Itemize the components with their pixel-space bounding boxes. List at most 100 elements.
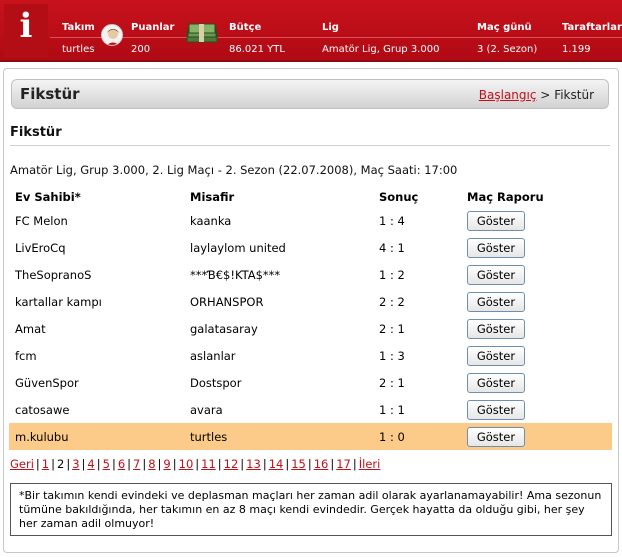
home-team: Amat <box>15 321 46 336</box>
away-team: ORHANSPOR <box>190 294 264 309</box>
section-divider <box>10 145 610 146</box>
pager-page-link[interactable]: 8 <box>148 457 155 471</box>
league-value: Amatör Lig, Grup 3.000 <box>322 44 440 55</box>
away-team: laylaylom united <box>190 240 286 255</box>
table-row: m.kulubu turtles 1 : 0 Göster <box>9 423 612 450</box>
report-cell: Göster <box>461 315 612 342</box>
show-report-button[interactable]: Göster <box>467 264 525 285</box>
pager-separator: | <box>262 457 267 471</box>
breadcrumb-separator: > <box>540 88 551 102</box>
show-report-button[interactable]: Göster <box>467 210 525 231</box>
show-report-button[interactable]: Göster <box>467 372 525 393</box>
fans-label: Taraftarlar <box>562 22 622 33</box>
pagination: Geri | 1 | 2 | 3 | 4 | 5 | 6 | 7 | 8 | 9 | 10 | 11 | 12 | 13 | 14 | 15… <box>10 457 380 471</box>
budget-value: 86.021 YTL <box>229 44 285 55</box>
away-team: Dostspor <box>190 375 242 390</box>
table-row: fcm aslanlar 1 : 3 Göster <box>9 342 612 369</box>
home-team: catosawe <box>15 402 70 417</box>
show-report-button[interactable]: Göster <box>467 291 525 312</box>
pager-page-link[interactable]: 4 <box>87 457 94 471</box>
table-row: kartallar kampı ORHANSPOR 2 : 2 Göster <box>9 288 612 315</box>
pager-separator: | <box>96 457 101 471</box>
report-cell: Göster <box>461 288 612 315</box>
pager-page-link[interactable]: 5 <box>103 457 110 471</box>
home-team: FC Melon <box>15 213 68 228</box>
home-team: TheSopranoS <box>15 267 92 282</box>
match-result: 1 : 2 <box>379 267 405 282</box>
col-home: Ev Sahibi* <box>15 190 81 204</box>
away-team: aslanlar <box>190 348 236 363</box>
table-row: FC Melon kaanka 1 : 4 Göster <box>9 207 612 234</box>
pager-page-link[interactable]: 16 <box>314 457 329 471</box>
table-header-row: Ev Sahibi* Misafir Sonuç Maç Raporu <box>9 187 612 207</box>
table-row: LivEroCq laylaylom united 4 : 1 Göster <box>9 234 612 261</box>
pager-separator: | <box>195 457 200 471</box>
match-result: 1 : 4 <box>379 213 405 228</box>
pager-separator: | <box>217 457 222 471</box>
home-team: fcm <box>15 348 37 363</box>
breadcrumb-current: Fikstür <box>554 88 594 102</box>
match-result: 1 : 1 <box>379 402 405 417</box>
table-row: catosawe avara 1 : 1 Göster <box>9 396 612 423</box>
pager-page-link[interactable]: 11 <box>201 457 216 471</box>
pager-separator: | <box>127 457 132 471</box>
col-report: Maç Raporu <box>467 190 544 204</box>
pager-prev-link[interactable]: Geri <box>10 457 34 471</box>
pager-page-link[interactable]: 13 <box>246 457 261 471</box>
report-cell: Göster <box>461 369 612 396</box>
home-team: GüvenSpor <box>15 375 79 390</box>
col-result: Sonuç <box>379 190 419 204</box>
fans-value: 1.199 <box>562 44 591 55</box>
pager-separator: | <box>111 457 116 471</box>
content-panel: Fikstür Başlangıç > Fikstür Fikstür Amat… <box>3 68 619 553</box>
match-info: Amatör Lig, Grup 3.000, 2. Lig Maçı - 2.… <box>10 163 458 177</box>
pager-page-link[interactable]: 9 <box>163 457 170 471</box>
matchday-value: 3 (2. Sezon) <box>477 44 538 55</box>
away-team: galatasaray <box>190 321 258 336</box>
show-report-button[interactable]: Göster <box>467 399 525 420</box>
table-row: TheSopranoS ***Ɓ€$!KTA$*** 1 : 2 Göster <box>9 261 612 288</box>
show-report-button[interactable]: Göster <box>467 345 525 366</box>
pager-page-link[interactable]: 15 <box>291 457 306 471</box>
pager-separator: | <box>172 457 177 471</box>
away-team: turtles <box>184 423 373 450</box>
pager-page-link[interactable]: 10 <box>179 457 194 471</box>
points-label: Puanlar <box>131 22 175 33</box>
match-result: 4 : 1 <box>379 240 405 255</box>
breadcrumb-home-link[interactable]: Başlangıç <box>479 88 537 102</box>
report-cell: Göster <box>461 234 612 261</box>
home-team: LivEroCq <box>15 240 66 255</box>
away-team: ***Ɓ€$!KTA$*** <box>190 267 281 282</box>
match-result: 1 : 0 <box>373 423 461 450</box>
avatar-icon <box>101 24 123 46</box>
budget-label: Bütçe <box>229 22 262 33</box>
pager-next-link[interactable]: İleri <box>359 457 381 471</box>
match-result: 1 : 3 <box>379 348 405 363</box>
away-team: kaanka <box>190 213 232 228</box>
table-row: GüvenSpor Dostspor 2 : 1 Göster <box>9 369 612 396</box>
home-team: m.kulubu <box>9 423 184 450</box>
pager-page-link[interactable]: 3 <box>72 457 79 471</box>
pager-page-link[interactable]: 12 <box>224 457 239 471</box>
pager-separator: | <box>307 457 312 471</box>
pager-page-link[interactable]: 17 <box>336 457 351 471</box>
team-label: Takım <box>62 22 95 33</box>
breadcrumb: Başlangıç > Fikstür <box>479 88 594 102</box>
show-report-button[interactable]: Göster <box>467 318 525 339</box>
pager-separator: | <box>51 457 55 471</box>
matchday-label: Maç günü <box>477 22 532 33</box>
report-cell: Göster <box>461 423 612 450</box>
col-away: Misafir <box>190 190 235 204</box>
pager-page-link[interactable]: 14 <box>269 457 284 471</box>
show-report-button[interactable]: Göster <box>467 426 525 447</box>
team-value: turtles <box>62 44 95 55</box>
show-report-button[interactable]: Göster <box>467 237 525 258</box>
report-cell: Göster <box>461 396 612 423</box>
report-cell: Göster <box>461 342 612 369</box>
table-row: Amat galatasaray 2 : 1 Göster <box>9 315 612 342</box>
match-result: 2 : 1 <box>379 375 405 390</box>
away-team: avara <box>190 402 223 417</box>
league-label: Lig <box>322 22 339 33</box>
section-title: Fikstür <box>10 125 62 140</box>
pager-separator: | <box>352 457 357 471</box>
